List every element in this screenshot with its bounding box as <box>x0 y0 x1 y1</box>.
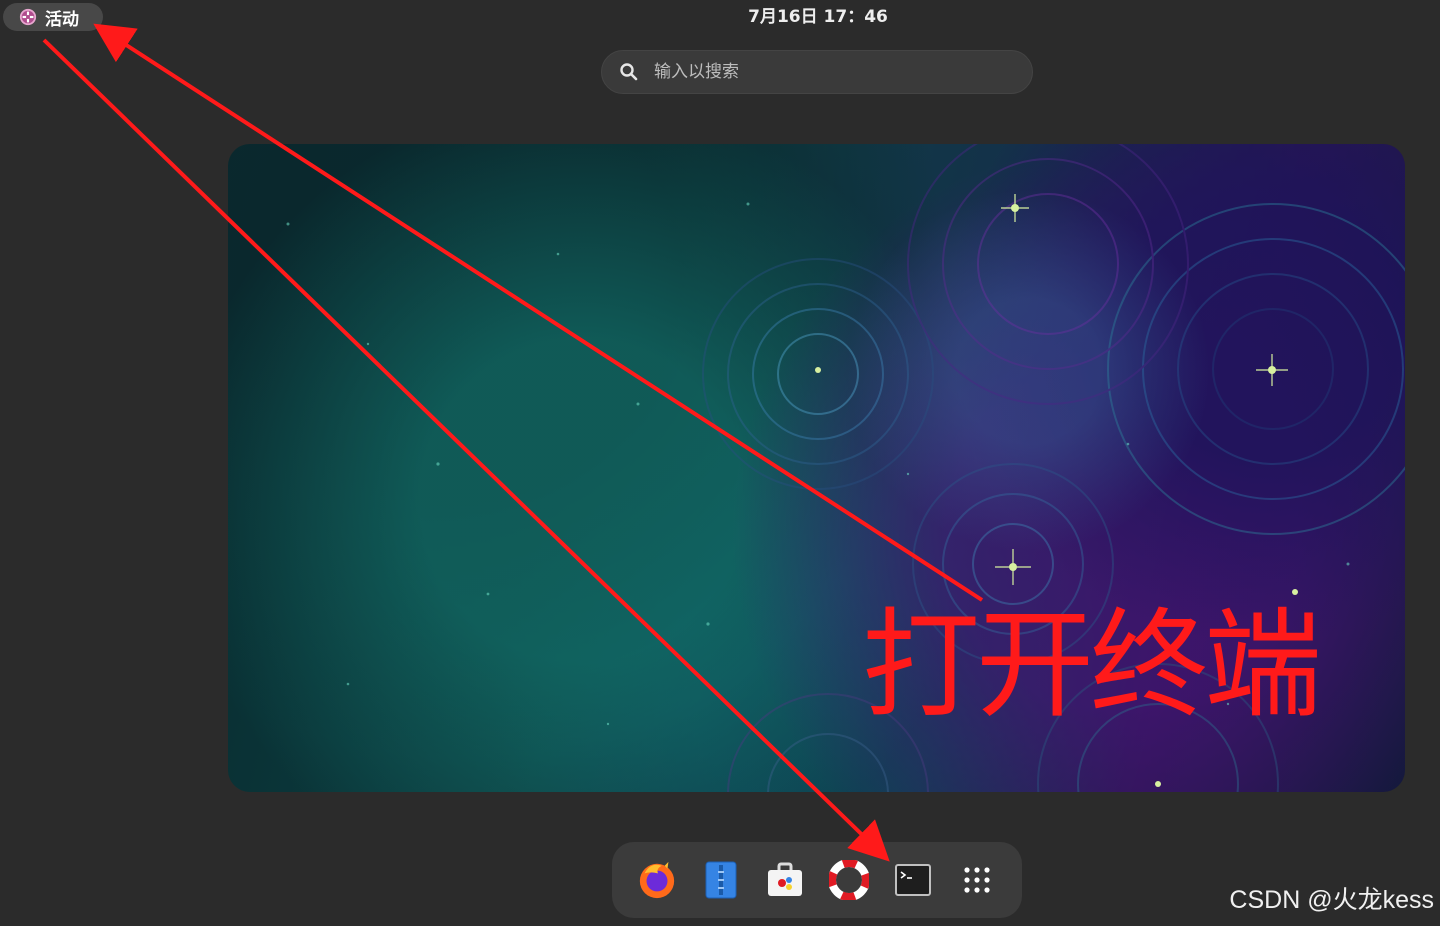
search-input[interactable] <box>652 51 1032 93</box>
callout-open-terminal: 打开终端 <box>862 596 1322 734</box>
fedora-logo-icon <box>19 8 37 26</box>
csdn-watermark: CSDN @火龙kess <box>1229 886 1434 914</box>
terminal-icon <box>895 864 931 896</box>
dock-show-apps[interactable] <box>957 860 997 900</box>
software-store-icon <box>768 862 802 896</box>
app-grid-icon <box>964 867 990 893</box>
clock[interactable]: 7月16日 17：46 <box>718 4 918 30</box>
dock-software[interactable] <box>765 860 805 900</box>
activities-label: 活动 <box>45 9 79 30</box>
dock-files[interactable] <box>701 860 741 900</box>
firefox-icon <box>639 861 675 899</box>
dock-firefox[interactable] <box>637 860 677 900</box>
dock-help[interactable] <box>829 860 869 900</box>
files-icon <box>705 861 737 899</box>
dash-dock <box>612 842 1022 918</box>
dock-terminal[interactable] <box>893 860 933 900</box>
lifebuoy-icon <box>829 860 869 900</box>
search-bar[interactable] <box>601 50 1033 94</box>
activities-button[interactable]: 活动 <box>3 3 103 31</box>
gnome-overview: 活动 7月16日 17：46 输入以搜索 打开终端 CSDN @火龙kess <box>0 0 1440 926</box>
search-icon <box>620 63 638 81</box>
